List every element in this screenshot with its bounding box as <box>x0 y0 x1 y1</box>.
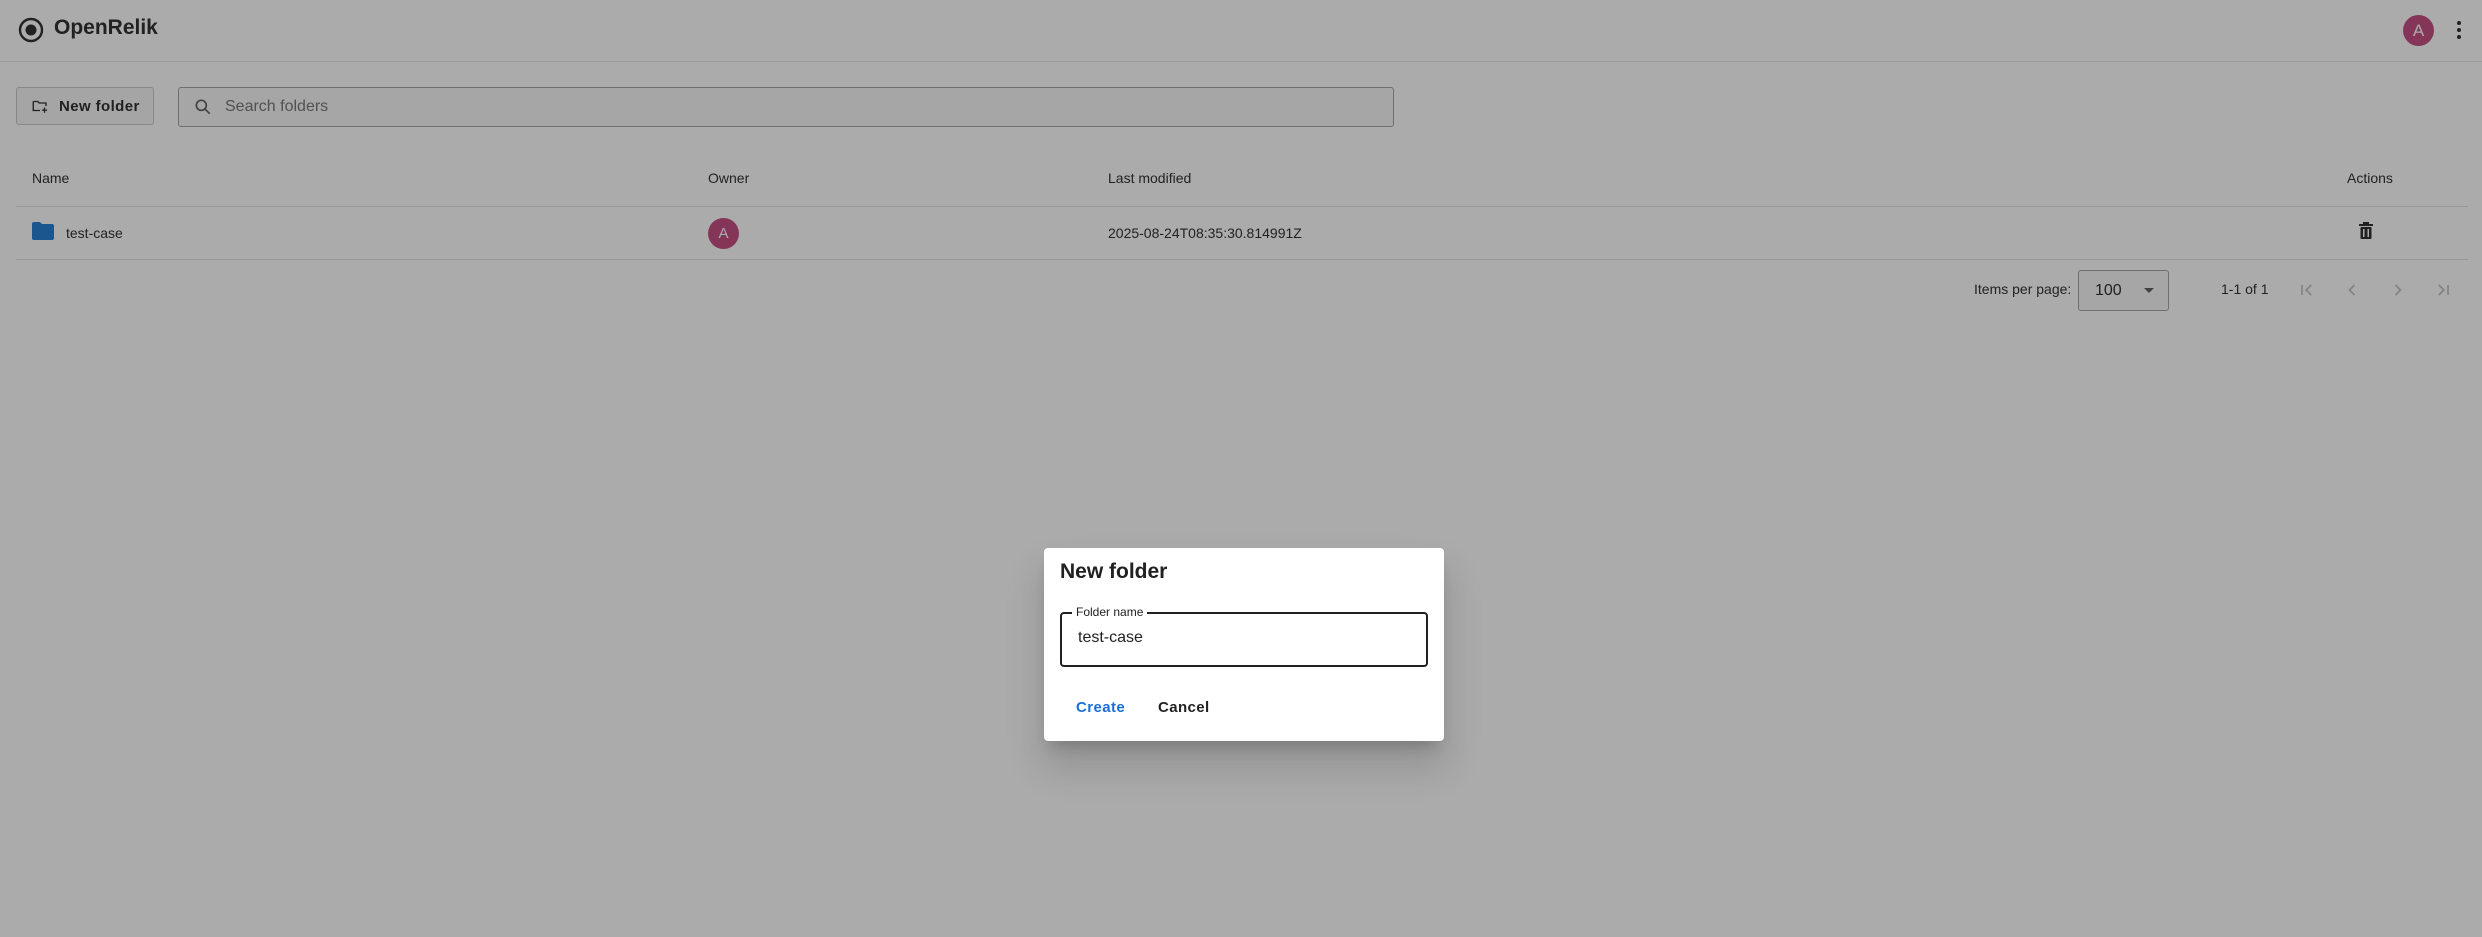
modal-scrim[interactable] <box>0 0 2482 937</box>
create-button[interactable]: Create <box>1066 693 1135 722</box>
app-root: OpenRelik A New folder Name Owner Last m… <box>0 0 2482 937</box>
new-folder-dialog: New folder Folder name Create Cancel <box>1044 548 1444 741</box>
cancel-button[interactable]: Cancel <box>1148 693 1220 722</box>
folder-name-input[interactable] <box>1076 628 1410 648</box>
dialog-title: New folder <box>1060 560 1168 583</box>
folder-name-field[interactable]: Folder name <box>1060 605 1428 667</box>
folder-name-label: Folder name <box>1072 605 1148 619</box>
